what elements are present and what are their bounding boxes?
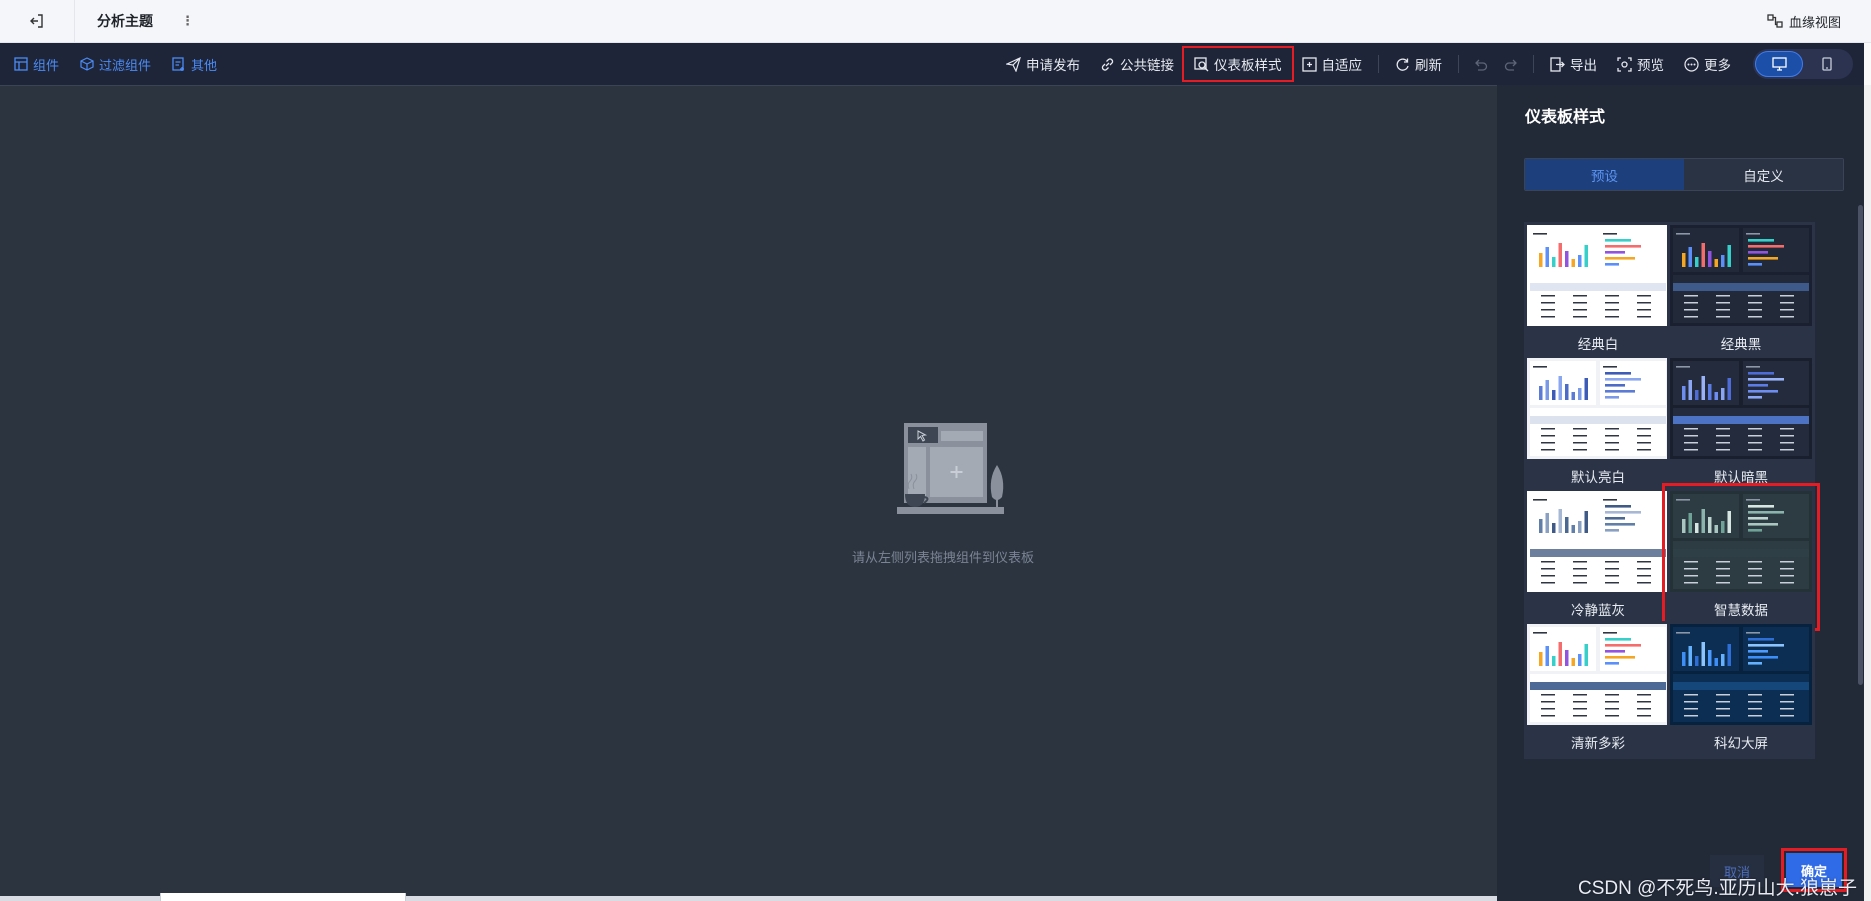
- refresh-button[interactable]: 刷新: [1385, 48, 1452, 80]
- theme-card[interactable]: 科幻大屏: [1667, 621, 1815, 759]
- theme-preview-image: [1527, 624, 1669, 725]
- export-icon: [1550, 56, 1565, 72]
- theme-thumbnail: [1527, 491, 1669, 592]
- theme-name: 清新多彩: [1571, 736, 1625, 751]
- empty-state: 请从左侧列表拖拽组件到仪表板: [836, 421, 1056, 566]
- other-menu[interactable]: 其他: [172, 55, 217, 74]
- undo-button[interactable]: [1465, 48, 1496, 80]
- lineage-label: 血缘视图: [1788, 14, 1841, 30]
- dashboard-style-label: 仪表板样式: [1214, 58, 1282, 73]
- filter-components-label: 过滤组件: [99, 57, 152, 73]
- mobile-view-button[interactable]: [1803, 51, 1851, 77]
- publish-button[interactable]: 申请发布: [996, 48, 1090, 80]
- export-button[interactable]: 导出: [1540, 48, 1607, 80]
- editor-toolbar: 组件 过滤组件 其他 申请发布 公共链接 仪表板样式 自适应 刷新 导出 预览 …: [0, 43, 1871, 85]
- theme-thumbnail: [1670, 358, 1812, 459]
- tab-preset[interactable]: 预设: [1525, 159, 1684, 190]
- window-scrollbar: [1864, 43, 1871, 85]
- desktop-icon: [1771, 57, 1787, 71]
- exit-icon: [30, 14, 43, 28]
- undo-icon: [1475, 59, 1488, 71]
- dashboard-canvas[interactable]: 请从左侧列表拖拽组件到仪表板: [0, 85, 1497, 896]
- adaptive-icon: [1301, 56, 1317, 72]
- components-label: 组件: [33, 57, 60, 73]
- preview-icon: [1617, 56, 1632, 72]
- more-button[interactable]: 更多: [1674, 48, 1741, 80]
- theme-thumbnail: [1670, 624, 1812, 725]
- theme-card[interactable]: 清新多彩: [1524, 621, 1672, 759]
- page-scrollbar: [1864, 85, 1871, 901]
- theme-card[interactable]: 经典白: [1524, 222, 1672, 360]
- refresh-icon: [1396, 57, 1409, 71]
- theme-thumbnail: [1527, 624, 1669, 725]
- other-add-icon: [172, 57, 185, 71]
- theme-preview-image: [1670, 491, 1812, 592]
- component-icon: [14, 57, 28, 71]
- theme-thumbnail: [1527, 225, 1669, 326]
- theme-preview-image: [1670, 624, 1812, 725]
- redo-icon: [1504, 59, 1517, 71]
- adaptive-label: 自适应: [1321, 58, 1363, 73]
- panel-scrollbar[interactable]: [1858, 205, 1863, 685]
- top-bar: 分析主题 ⋮ 血缘视图: [0, 0, 1871, 43]
- theme-card[interactable]: 经典黑: [1667, 222, 1815, 360]
- send-icon: [1006, 56, 1021, 72]
- theme-preview-image: [1670, 225, 1812, 326]
- tab-custom[interactable]: 自定义: [1684, 159, 1843, 190]
- preview-label: 预览: [1637, 58, 1664, 73]
- desktop-view-button[interactable]: [1755, 51, 1803, 77]
- empty-dashboard-illustration: [897, 423, 1004, 514]
- style-icon: [1194, 56, 1209, 71]
- redo-button[interactable]: [1496, 48, 1527, 80]
- public-link-button[interactable]: 公共链接: [1090, 48, 1184, 80]
- toolbar-divider: [1458, 55, 1459, 73]
- sheet-tab[interactable]: [160, 893, 406, 901]
- theme-preview-image: [1527, 358, 1669, 459]
- dashboard-style-button[interactable]: 仪表板样式: [1182, 46, 1294, 82]
- theme-card[interactable]: 默认亮白: [1524, 355, 1672, 493]
- theme-preview-image: [1670, 358, 1812, 459]
- device-switcher: [1753, 49, 1853, 79]
- public-link-label: 公共链接: [1120, 58, 1174, 73]
- adaptive-button[interactable]: 自适应: [1292, 48, 1373, 80]
- empty-hint-text: 请从左侧列表拖拽组件到仪表板: [851, 550, 1034, 565]
- style-mode-tabs: 预设 自定义: [1524, 158, 1844, 191]
- publish-label: 申请发布: [1026, 58, 1080, 73]
- filter-components-menu[interactable]: 过滤组件: [80, 55, 151, 74]
- refresh-label: 刷新: [1415, 58, 1442, 73]
- theme-thumbnail: [1670, 491, 1812, 592]
- panel-title: 仪表板样式: [1525, 109, 1606, 126]
- dashboard-style-panel: 仪表板样式 预设 自定义 经典白 经典黑 默认亮白 默认暗黑 冷静蓝灰 智慧数据清新多彩 科…: [1497, 85, 1864, 901]
- theme-preview-image: [1527, 491, 1669, 592]
- toolbar-divider: [1533, 55, 1534, 73]
- more-dots-icon: [1684, 56, 1699, 72]
- theme-thumbnail: [1527, 358, 1669, 459]
- theme-thumbnail: [1670, 225, 1812, 326]
- watermark: CSDN @不死鸟.亚历山大.狼崽子: [1578, 878, 1857, 899]
- filter-cube-icon: [80, 57, 94, 71]
- theme-name: 科幻大屏: [1714, 736, 1768, 751]
- exit-button[interactable]: [0, 0, 75, 43]
- lineage-view-button[interactable]: 血缘视图: [1767, 12, 1841, 31]
- export-label: 导出: [1570, 58, 1597, 73]
- theme-preview-image: [1527, 225, 1669, 326]
- lineage-icon: [1767, 14, 1783, 28]
- components-menu[interactable]: 组件: [14, 55, 59, 74]
- theme-card[interactable]: 冷静蓝灰: [1524, 488, 1672, 626]
- toolbar-divider: [1378, 55, 1379, 73]
- more-menu-icon[interactable]: ⋮: [181, 13, 195, 29]
- link-icon: [1101, 57, 1114, 71]
- other-label: 其他: [191, 57, 218, 73]
- theme-card[interactable]: 默认暗黑: [1667, 355, 1815, 493]
- more-label: 更多: [1704, 58, 1731, 73]
- theme-card[interactable]: 智慧数据: [1662, 483, 1820, 631]
- mobile-icon: [1822, 57, 1832, 71]
- preview-button[interactable]: 预览: [1607, 48, 1674, 80]
- page-title: 分析主题: [97, 13, 153, 29]
